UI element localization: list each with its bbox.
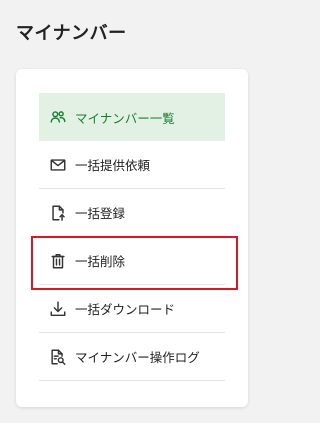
menu-item-operation-log[interactable]: マイナンバー操作ログ — [39, 333, 225, 381]
menu-item-bulk-request[interactable]: 一括提供依頼 — [39, 141, 225, 189]
menu-item-bulk-download[interactable]: 一括ダウンロード — [39, 285, 225, 333]
menu-item-label: マイナンバー一覧 — [75, 110, 175, 126]
people-icon — [49, 108, 67, 126]
menu-item-label: マイナンバー操作ログ — [75, 350, 200, 365]
menu-card: マイナンバー一覧 一括提供依頼 一括登録 一括削除 一括ダウンロード マイナンバ… — [16, 69, 248, 407]
mail-icon — [49, 156, 67, 174]
menu-item-label: 一括提供依頼 — [75, 158, 151, 173]
download-icon — [49, 300, 67, 318]
menu-item-mynumber-list[interactable]: マイナンバー一覧 — [39, 93, 225, 141]
sidebar-menu: マイナンバー一覧 一括提供依頼 一括登録 一括削除 一括ダウンロード マイナンバ… — [39, 93, 225, 381]
page-title: マイナンバー — [16, 23, 127, 44]
menu-item-bulk-delete[interactable]: 一括削除 — [39, 237, 225, 285]
menu-item-bulk-register[interactable]: 一括登録 — [39, 189, 225, 237]
menu-item-label: 一括登録 — [75, 206, 126, 221]
file-search-icon — [49, 348, 67, 366]
file-upload-icon — [49, 204, 67, 222]
menu-item-label: 一括削除 — [75, 254, 126, 269]
trash-icon — [49, 252, 67, 270]
menu-item-label: 一括ダウンロード — [75, 302, 176, 317]
